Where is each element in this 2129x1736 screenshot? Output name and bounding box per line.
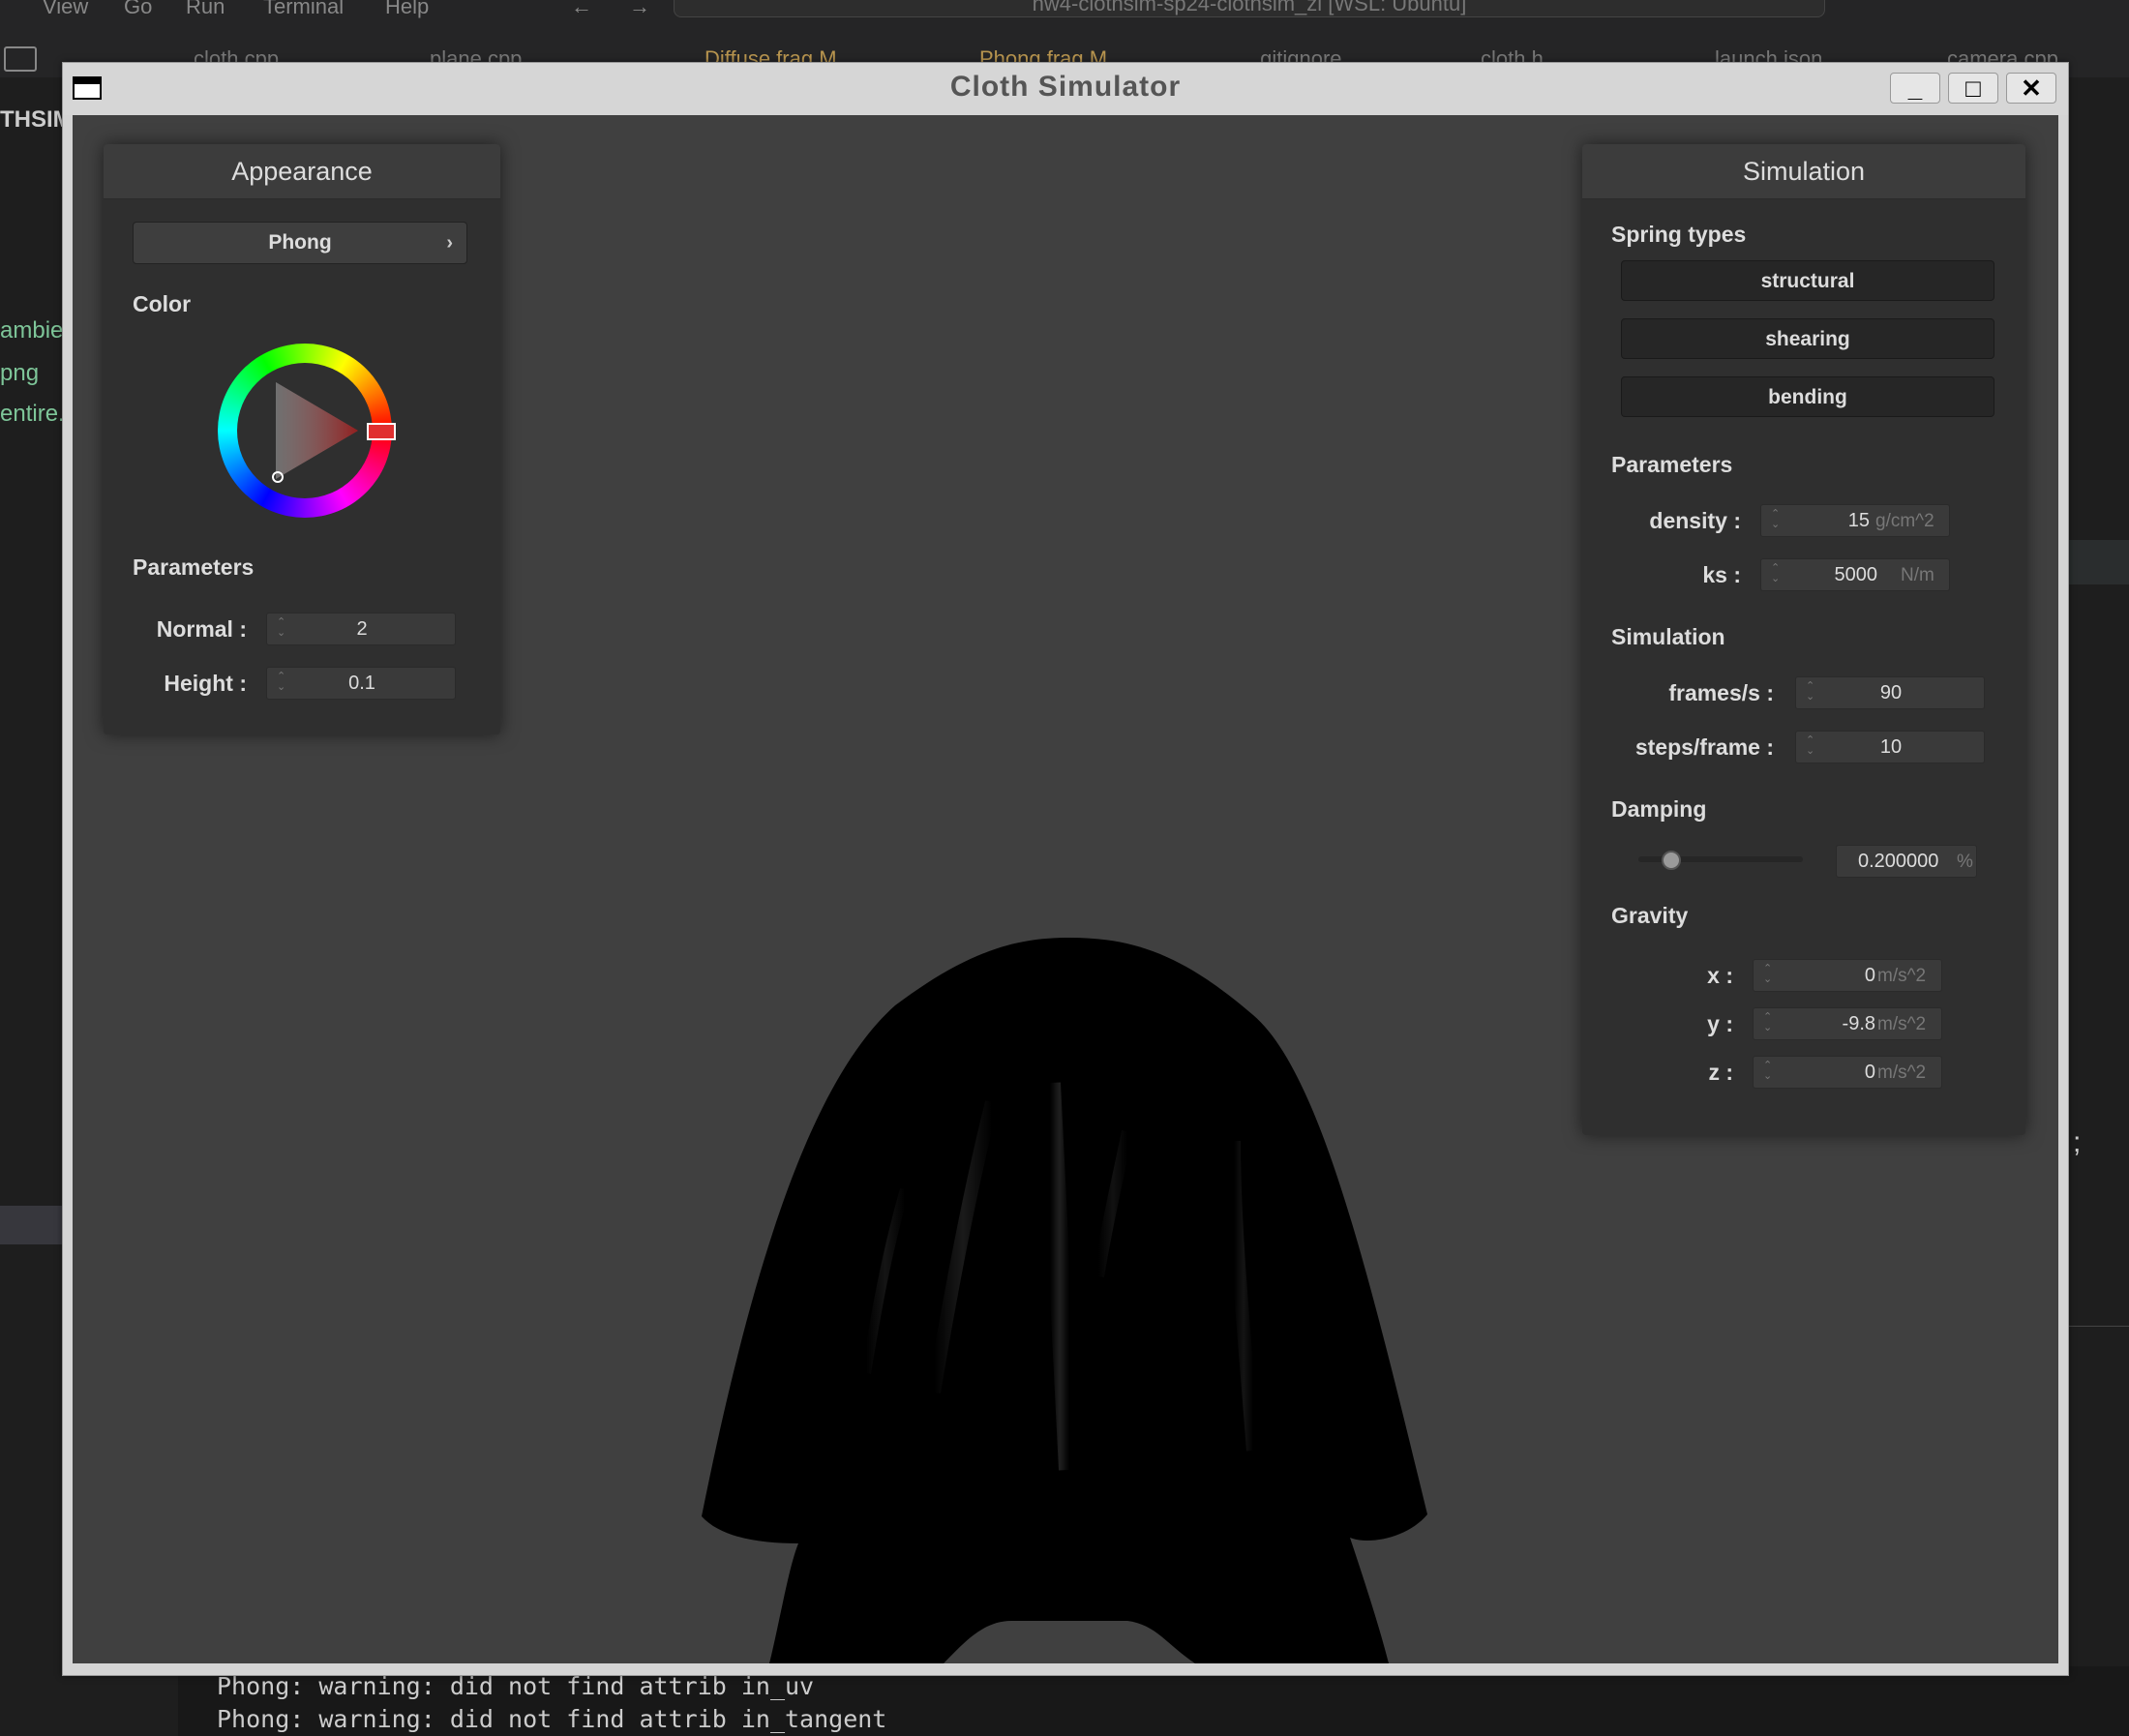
menu-terminal[interactable]: Terminal <box>263 0 344 19</box>
simulation-parameters-label: Parameters <box>1611 452 1733 477</box>
explorer-selected-row[interactable] <box>0 1206 62 1244</box>
density-input[interactable]: ⌃ ⌄ 15 g/cm^2 <box>1760 504 1950 537</box>
damping-value: 0.200000 <box>1858 851 1939 872</box>
menu-view[interactable]: View <box>43 0 88 19</box>
spring-types-label: Spring types <box>1611 222 1747 247</box>
render-viewport[interactable]: Appearance Phong › Color Parameters Norm… <box>73 115 2058 1663</box>
terminal-panel: Phong: warning: did not find attrib in_u… <box>178 1666 2129 1736</box>
fps-input[interactable]: ⌃ ⌄ 90 <box>1795 676 1985 709</box>
gravity-x-input[interactable]: ⌃ ⌄ 0 m/s^2 <box>1753 959 1942 992</box>
editor-current-line <box>2067 540 2129 584</box>
close-button[interactable]: ✕ <box>2006 73 2056 104</box>
color-wheel[interactable] <box>218 344 396 518</box>
explorer-sidebar: THSIM ambie png entire. <box>0 77 73 1736</box>
cloth-simulator-window: Cloth Simulator _ □ ✕ Appearance Phong ›… <box>62 62 2069 1676</box>
density-label: density : <box>1649 508 1741 533</box>
density-unit: g/cm^2 <box>1875 511 1934 531</box>
menu-run[interactable]: Run <box>186 0 225 19</box>
gravity-y-input[interactable]: ⌃ ⌄ -9.8 m/s^2 <box>1753 1007 1942 1040</box>
fps-label: frames/s : <box>1668 680 1774 705</box>
panel-divider <box>2067 1326 2129 1327</box>
damping-label: Damping <box>1611 796 1707 822</box>
minimize-icon: _ <box>1907 74 1923 103</box>
damping-unit: % <box>1957 852 1973 872</box>
minimize-button[interactable]: _ <box>1890 73 1940 104</box>
spinner-icon[interactable]: ⌃ ⌄ <box>1763 1012 1772 1033</box>
ks-unit: N/m <box>1901 565 1934 585</box>
menu-go[interactable]: Go <box>124 0 152 19</box>
spinner-icon[interactable]: ⌃ ⌄ <box>1771 563 1780 584</box>
shader-dropdown-value: Phong <box>268 231 332 254</box>
height-input[interactable]: ⌃ ⌄ 0.1 <box>266 667 456 700</box>
ks-label: ks : <box>1702 562 1741 587</box>
close-icon: ✕ <box>2021 74 2042 103</box>
vscode-menubar: View Go Run Terminal Help ← → hw4-cloths… <box>0 0 2129 29</box>
simulation-panel: Simulation Spring types structural shear… <box>1582 144 2025 1135</box>
command-center[interactable]: hw4-clothsim-sp24-clothsim_zi [WSL: Ubun… <box>674 0 1825 17</box>
color-section-label: Color <box>133 291 192 316</box>
shearing-button[interactable]: shearing <box>1621 318 1994 359</box>
damping-slider-handle[interactable] <box>1662 851 1681 870</box>
spinner-icon[interactable]: ⌃ ⌄ <box>1763 964 1772 985</box>
window-titlebar[interactable]: Cloth Simulator _ □ ✕ <box>63 63 2068 115</box>
density-value: 15 <box>1847 510 1870 531</box>
forward-arrow-icon[interactable]: → <box>629 0 650 19</box>
bending-button[interactable]: bending <box>1621 376 1994 417</box>
appearance-panel-header[interactable]: Appearance <box>104 144 500 199</box>
explorer-line: ambie <box>0 317 64 344</box>
height-value: 0.1 <box>348 673 375 694</box>
code-semicolon: ; <box>2073 1126 2082 1158</box>
steps-value: 10 <box>1879 736 1903 758</box>
remote-explorer-icon[interactable] <box>4 46 37 72</box>
damping-input[interactable]: 0.200000 % <box>1836 845 1977 878</box>
editor-right-edge: ; <box>2067 77 2129 1736</box>
back-arrow-icon[interactable]: ← <box>571 0 592 19</box>
maximize-button[interactable]: □ <box>1948 73 1998 104</box>
fps-value: 90 <box>1879 682 1903 703</box>
window-title: Cloth Simulator <box>949 71 1182 103</box>
chevron-right-icon: › <box>446 232 453 254</box>
gravity-label: Gravity <box>1611 903 1689 928</box>
color-triangle[interactable] <box>218 344 392 518</box>
appearance-panel: Appearance Phong › Color Parameters Norm… <box>104 144 500 734</box>
shader-dropdown[interactable]: Phong › <box>133 222 467 264</box>
terminal-line: Phong: warning: did not find attrib in_t… <box>217 1705 887 1733</box>
appearance-parameters-label: Parameters <box>133 554 255 580</box>
height-label: Height : <box>164 671 247 696</box>
simulation-panel-header[interactable]: Simulation <box>1582 144 2025 199</box>
gravity-z-value: 0 <box>1864 1062 1875 1083</box>
steps-input[interactable]: ⌃ ⌄ 10 <box>1795 731 1985 763</box>
menu-help[interactable]: Help <box>385 0 429 19</box>
normal-value: 2 <box>356 618 368 640</box>
maximize-icon: □ <box>1965 74 1981 103</box>
spinner-icon[interactable]: ⌃ ⌄ <box>1763 1061 1772 1082</box>
steps-label: steps/frame : <box>1634 734 1774 760</box>
spinner-icon[interactable]: ⌃ ⌄ <box>1771 509 1780 530</box>
terminal-line: Phong: warning: did not find attrib in_u… <box>217 1672 815 1700</box>
simulation-section-label: Simulation <box>1611 624 1725 649</box>
gravity-x-value: 0 <box>1864 965 1875 986</box>
gravity-x-label: x : <box>1707 963 1733 988</box>
gravity-y-unit: m/s^2 <box>1877 1014 1927 1034</box>
explorer-line: png <box>0 360 40 386</box>
gravity-y-label: y : <box>1707 1011 1733 1036</box>
normal-input[interactable]: ⌃ ⌄ 2 <box>266 613 456 645</box>
normal-label: Normal : <box>156 616 247 642</box>
ks-value: 5000 <box>1834 564 1878 585</box>
explorer-line: entire. <box>0 401 65 427</box>
gravity-z-label: z : <box>1708 1060 1733 1085</box>
ks-input[interactable]: ⌃ ⌄ 5000 N/m <box>1760 558 1950 591</box>
hue-marker[interactable] <box>367 423 396 440</box>
gravity-z-input[interactable]: ⌃ ⌄ 0 m/s^2 <box>1753 1056 1942 1089</box>
gravity-y-value: -9.8 <box>1842 1013 1875 1034</box>
gravity-x-unit: m/s^2 <box>1877 966 1927 986</box>
structural-button[interactable]: structural <box>1621 260 1994 301</box>
gravity-z-unit: m/s^2 <box>1877 1063 1927 1083</box>
